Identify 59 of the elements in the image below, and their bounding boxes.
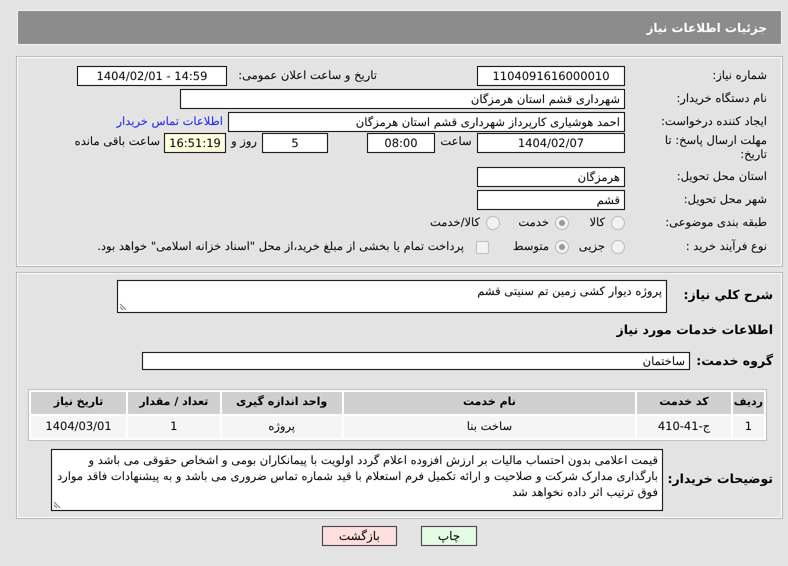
resize-grip-icon[interactable] xyxy=(119,303,127,311)
deadline-time-field: 08:00 xyxy=(367,133,435,153)
column-header: واحد اندازه گیری xyxy=(222,392,342,414)
field-label: طبقه بندی موضوعی: xyxy=(664,214,768,232)
radio-button[interactable] xyxy=(555,240,569,254)
field-label: تاریخ و ساعت اعلان عمومی: xyxy=(237,66,377,84)
radio-button[interactable] xyxy=(611,240,625,254)
radio-label: خدمت xyxy=(517,214,550,232)
field-label: شهر محل تحویل: xyxy=(682,190,768,208)
print-button[interactable]: چاپ xyxy=(420,526,478,546)
table-cell: 1 xyxy=(732,416,764,438)
field-label: گروه خدمت: xyxy=(695,352,774,370)
radio-button[interactable] xyxy=(611,216,625,230)
description-text: پروژه دیوار کشی زمین تم سنیتی قشم xyxy=(477,284,662,298)
section-title: اطلاعات خدمات مورد نیاز xyxy=(615,321,774,339)
field-label: ساعت باقی مانده xyxy=(74,133,161,150)
radio-button[interactable] xyxy=(555,216,569,230)
table-cell: ساخت بنا xyxy=(344,416,636,438)
table-cell: 1 xyxy=(128,416,220,438)
resize-grip-icon[interactable] xyxy=(53,500,61,508)
field-label: روز و xyxy=(230,133,258,150)
checkbox-label: پرداخت تمام یا بخشی از مبلغ خرید،از محل "اسناد خزانه اسلامی" خواهد بود. xyxy=(97,238,465,256)
back-button[interactable]: بازگشت xyxy=(322,526,397,546)
radio-label: متوسط xyxy=(512,238,550,256)
column-header: نام خدمت xyxy=(344,392,636,414)
column-header: تعداد / مقدار xyxy=(128,392,220,414)
need-number-field: 1104091616000010 xyxy=(477,66,625,86)
table-cell: 1404/03/01 xyxy=(31,416,126,438)
remaining-time-field: 16:51:19 xyxy=(164,133,226,153)
contact-info-link[interactable]: اطلاعات تماس خریدار xyxy=(116,112,223,130)
announce-date-field: 1404/02/01 - 14:59 xyxy=(77,66,227,86)
location-field: قشم xyxy=(477,190,625,210)
field-label: ساعت xyxy=(439,133,473,150)
page-title: جزئیات اطلاعات نیاز xyxy=(17,10,782,45)
column-header: کد خدمت xyxy=(637,392,731,414)
radio-label: جزیی xyxy=(578,238,606,256)
days-field: 5 xyxy=(262,133,328,153)
field-label: شرح کلي نياز: xyxy=(682,286,774,304)
buyer-notes-text: قیمت اعلامی بدون احتساب مالیات بر ارزش افزوده اعلام گردد اولویت با پیمانکاران بومی و اشخاص حقوقی می باشد و بارگذاری مدارک شرکت و صلاحیت و ارائه تکمیل فرم استعلام با قید شماره تماس ضروری می باشد و به پیشنهادات فاقد موارد فوق ترتیب اثر داده نخواهد شد xyxy=(56,452,658,500)
radio-label: کالا xyxy=(588,214,606,232)
deadline-date-field: 1404/02/07 xyxy=(477,133,625,153)
service-group-field: ساختمان xyxy=(142,352,690,370)
field-label: شماره نیاز: xyxy=(711,66,768,84)
radio-button[interactable] xyxy=(486,216,500,230)
field-label: مهلت ارسال پاسخ: تا تاریخ: xyxy=(664,133,768,161)
location-field: هرمزگان xyxy=(477,166,625,186)
table-cell: پروژه xyxy=(222,416,342,438)
column-header: ردیف xyxy=(732,392,764,414)
field-label: توضیحات خریدار: xyxy=(666,470,774,488)
buyer-org-field: شهرداری قشم استان هرمزگان xyxy=(180,88,625,108)
field-label: استان محل تحویل: xyxy=(676,168,768,185)
field-label: نوع فرآیند خرید : xyxy=(684,238,768,256)
radio-label: کالا/خدمت xyxy=(428,214,481,232)
field-label: ایجاد کننده درخواست: xyxy=(660,112,768,130)
field-label: نام دستگاه خریدار: xyxy=(675,90,768,107)
table-cell: ج-41-410 xyxy=(637,416,731,438)
column-header: تاریخ نیاز xyxy=(31,392,126,414)
requester-field: احمد هوشیاری کارپرداز شهرداری قشم استان هرمزگان xyxy=(228,112,625,132)
checkbox[interactable] xyxy=(476,240,489,254)
